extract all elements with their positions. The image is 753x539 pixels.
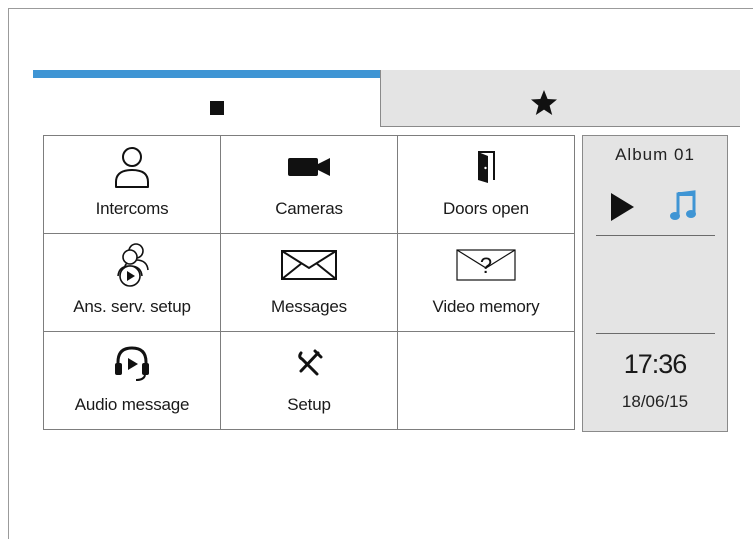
- clock-date: 18/06/15: [621, 392, 689, 411]
- video-memory-button[interactable]: ? Video memory: [398, 234, 575, 332]
- door-icon: [478, 151, 495, 183]
- user-icon: [115, 147, 149, 188]
- doors-open-button[interactable]: Doors open: [398, 136, 575, 234]
- clock-time: 17:36: [623, 349, 688, 379]
- tab-home[interactable]: [33, 70, 380, 127]
- play-icon[interactable]: [609, 192, 635, 222]
- album-title: Album 01: [615, 145, 695, 164]
- music-note-icon[interactable]: [669, 189, 697, 223]
- video-memory-envelope-icon: ?: [456, 249, 516, 281]
- cameras-button[interactable]: Cameras: [221, 136, 398, 234]
- answering-service-setup-label: Ans. serv. setup: [73, 297, 191, 316]
- setup-label: Setup: [287, 395, 331, 414]
- separator-top: [596, 235, 715, 236]
- doors-open-label: Doors open: [443, 199, 529, 218]
- svg-text:?: ?: [480, 253, 492, 278]
- answering-service-icon: [117, 243, 149, 287]
- setup-button[interactable]: Setup: [221, 332, 398, 430]
- empty-slot: [398, 332, 575, 430]
- envelope-icon: [281, 250, 337, 280]
- intercoms-label: Intercoms: [95, 199, 169, 218]
- answering-service-setup-button[interactable]: Ans. serv. setup: [44, 234, 221, 332]
- home-square-icon: [210, 101, 224, 115]
- star-icon: [531, 90, 557, 115]
- separator-bottom: [596, 333, 715, 334]
- headset-play-icon: [115, 346, 149, 381]
- media-clock-panel: Album 01 17:36 18/06/15: [582, 135, 728, 432]
- function-grid: Intercoms Cameras Doors open Ans. serv. …: [43, 135, 575, 430]
- intercoms-button[interactable]: Intercoms: [44, 136, 221, 234]
- messages-button[interactable]: Messages: [221, 234, 398, 332]
- cameras-label: Cameras: [275, 199, 343, 218]
- video-camera-icon: [288, 158, 330, 176]
- video-memory-label: Video memory: [432, 297, 540, 316]
- tab-favorites[interactable]: [380, 70, 740, 127]
- audio-message-label: Audio message: [74, 395, 190, 414]
- messages-label: Messages: [271, 297, 347, 316]
- tools-icon: [298, 349, 323, 376]
- audio-message-button[interactable]: Audio message: [44, 332, 221, 430]
